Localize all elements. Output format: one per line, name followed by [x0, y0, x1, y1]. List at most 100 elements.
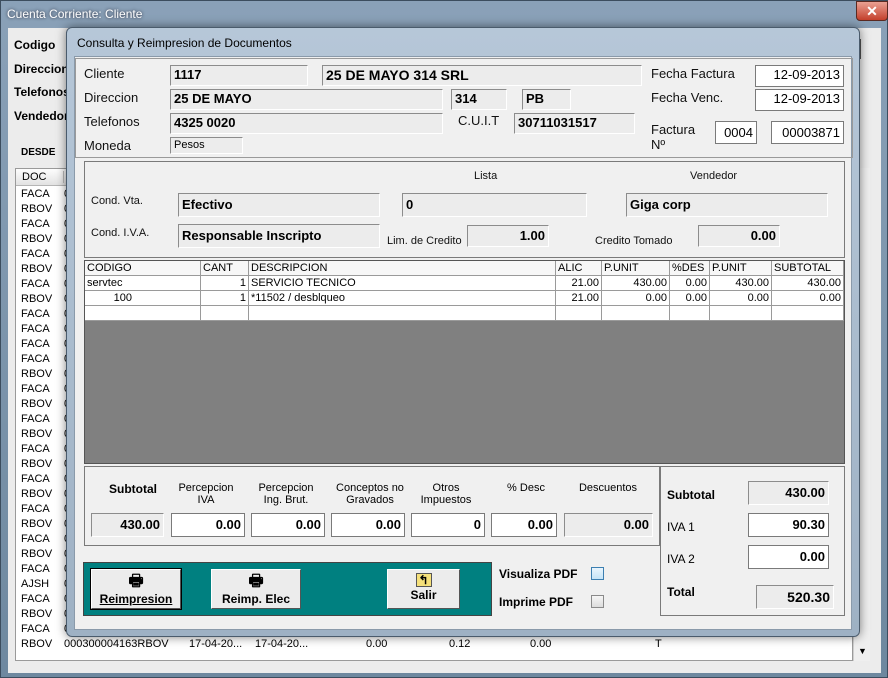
total-field[interactable]: 520.30 [756, 585, 834, 609]
fecha-factura-field[interactable]: 12-09-2013 [755, 65, 844, 87]
grid-header-cell[interactable]: P.UNIT [602, 261, 670, 276]
credito-tomado-field[interactable]: 0.00 [698, 225, 780, 247]
row-doc: FACA [21, 533, 50, 545]
row-fecha1: 17-04-20... [189, 638, 243, 650]
conceptos-field[interactable]: 0.00 [331, 513, 405, 537]
row-doc: FACA [21, 338, 50, 350]
reimp-elec-button[interactable]: 🖶 Reimp. Elec [211, 569, 301, 609]
perc-ib-field[interactable]: 0.00 [251, 513, 325, 537]
row-doc: FACA [21, 278, 50, 290]
grid-header-cell[interactable]: CANT [201, 261, 249, 276]
list-item[interactable]: FACA0 [21, 412, 70, 427]
grid-empty-cell [201, 306, 249, 321]
summary-subtotal-field[interactable]: 430.00 [748, 481, 829, 505]
row-doc: RBOV [21, 458, 53, 470]
grid-empty-cell [772, 306, 844, 321]
salir-button[interactable]: ↰ Salir [387, 569, 460, 609]
direccion-field[interactable]: 25 DE MAYO [170, 89, 443, 110]
list-item[interactable]: FACA0 [21, 592, 70, 607]
moneda-field[interactable]: Pesos [170, 137, 243, 154]
list-item[interactable]: RBOV0 [21, 262, 70, 277]
row-doc: RBOV [21, 548, 53, 560]
grid-header-cell[interactable]: SUBTOTAL [772, 261, 844, 276]
factura-nro-field[interactable]: 00003871 [771, 121, 844, 144]
grid-cell: 1 [201, 291, 249, 306]
perc-iva-field[interactable]: 0.00 [171, 513, 245, 537]
descuentos-field[interactable]: 0.00 [564, 513, 653, 537]
scroll-down-icon[interactable]: ▼ [858, 646, 867, 656]
list-item[interactable]: FACA0 [21, 562, 70, 577]
imprime-pdf-label: Imprime PDF [499, 595, 574, 609]
subtotal-field[interactable]: 430.00 [91, 513, 164, 537]
iva1-field[interactable]: 90.30 [748, 513, 829, 537]
grid-header-cell[interactable]: CODIGO [85, 261, 201, 276]
list-item[interactable]: RBOV0 [21, 202, 70, 217]
list-item[interactable]: FACA0 [21, 187, 70, 202]
lim-credito-field[interactable]: 1.00 [467, 225, 549, 247]
grid-cell: 0.00 [602, 291, 670, 306]
list-item[interactable]: FACA0 [21, 247, 70, 262]
iva2-field[interactable]: 0.00 [748, 545, 829, 569]
list-item[interactable]: RBOV0 [21, 427, 70, 442]
row-value2: 0.12 [449, 638, 471, 650]
items-grid[interactable]: CODIGO CANT DESCRIPCION ALIC P.UNIT %DES P.UNI… [84, 260, 845, 464]
row-doc: FACA [21, 383, 50, 395]
list-item[interactable]: FACA0 [21, 472, 70, 487]
cuit-field[interactable]: 30711031517 [514, 113, 635, 134]
telefonos-field[interactable]: 4325 0020 [170, 113, 443, 134]
lista-field[interactable]: 0 [402, 193, 587, 217]
list-item-last[interactable]: RBOV 000300004163RBOV 17-04-20... 17-04-… [21, 637, 851, 652]
factura-pv-field[interactable]: 0004 [715, 121, 757, 144]
list-item[interactable]: RBOV0 [21, 367, 70, 382]
list-item[interactable]: FACA0 [21, 532, 70, 547]
list-item[interactable]: FACA0 [21, 322, 70, 337]
grid-header-cell[interactable]: ALIC [556, 261, 602, 276]
cond-iva-field[interactable]: Responsable Inscripto [178, 224, 380, 248]
fecha-venc-field[interactable]: 12-09-2013 [755, 89, 844, 111]
list-item[interactable]: RBOV0 [21, 517, 70, 532]
list-item[interactable]: FACA0 [21, 442, 70, 457]
grid-header-cell[interactable]: %DES [670, 261, 710, 276]
list-item[interactable]: FACA0 [21, 217, 70, 232]
list-item[interactable]: FACA0 [21, 502, 70, 517]
list-item[interactable]: RBOV0 [21, 232, 70, 247]
row-doc: FACA [21, 308, 50, 320]
numero-field[interactable]: 314 [451, 89, 507, 110]
list-item[interactable]: FACA0 [21, 277, 70, 292]
visualiza-pdf-label: Visualiza PDF [499, 567, 578, 581]
list-item[interactable]: FACA0 [21, 382, 70, 397]
cond-vta-field[interactable]: Efectivo [178, 193, 380, 217]
list-item[interactable]: FACA0 [21, 307, 70, 322]
otros-field[interactable]: 0 [411, 513, 485, 537]
action-panel: 🖶 Reimpresion 🖶 Reimp. Elec ↰ Salir [83, 562, 492, 616]
cliente-code-field[interactable]: 1117 [170, 65, 308, 86]
cliente-name-field[interactable]: 25 DE MAYO 314 SRL [322, 65, 642, 86]
reimpresion-button[interactable]: 🖶 Reimpresion [90, 568, 182, 610]
visualiza-pdf-checkbox[interactable] [591, 567, 604, 580]
list-item[interactable]: RBOV0 [21, 397, 70, 412]
printer-icon: 🖶 [128, 573, 144, 590]
grid-header-cell[interactable]: DESCRIPCION [249, 261, 556, 276]
list-item[interactable]: RBOV0 [21, 457, 70, 472]
list-item[interactable]: RBOV0 [21, 292, 70, 307]
list-item[interactable]: FACA0 [21, 337, 70, 352]
grid-header-cell[interactable]: P.UNIT [710, 261, 772, 276]
vendedor-field[interactable]: Giga corp [626, 193, 828, 217]
dialog-title: Consulta y Reimpresion de Documentos [77, 36, 292, 50]
list-header-doc[interactable]: DOC [22, 171, 46, 183]
list-item[interactable]: RBOV0 [21, 607, 70, 622]
desde-label: DESDE [21, 147, 56, 158]
imprime-pdf-checkbox[interactable] [591, 595, 604, 608]
list-item[interactable]: AJSH0 [21, 577, 70, 592]
list-item[interactable]: RBOV0 [21, 547, 70, 562]
grid-cell: 21.00 [556, 276, 602, 291]
close-icon[interactable]: ✕ [856, 1, 888, 21]
list-item[interactable]: FACA0 [21, 622, 70, 637]
desc-pct-field[interactable]: 0.00 [491, 513, 557, 537]
grid-cell: 0.00 [772, 291, 844, 306]
list-item[interactable]: RBOV0 [21, 487, 70, 502]
fecha-factura-label: Fecha Factura [651, 66, 735, 81]
list-item[interactable]: FACA0 [21, 352, 70, 367]
grid-cell: 21.00 [556, 291, 602, 306]
piso-field[interactable]: PB [522, 89, 571, 110]
